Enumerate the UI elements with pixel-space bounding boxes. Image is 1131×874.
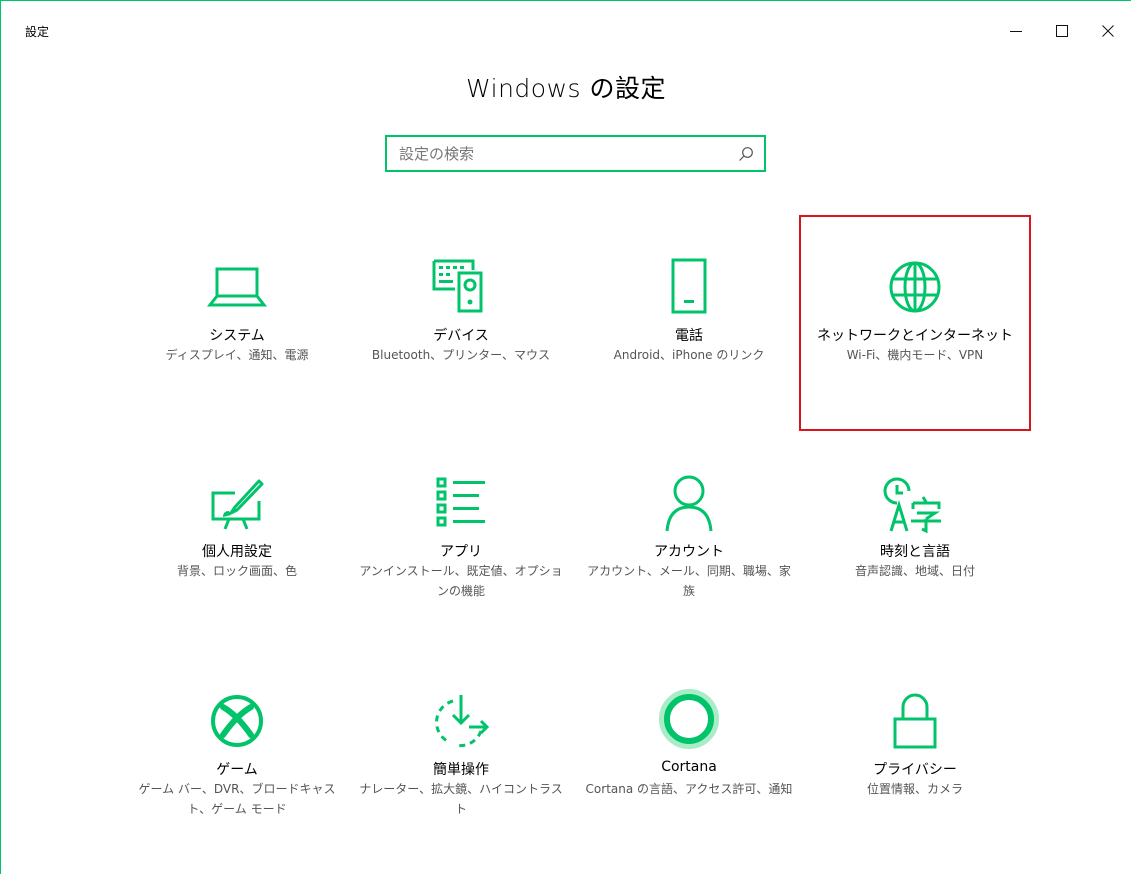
tile-title: プライバシー [873,762,957,778]
search-box[interactable] [385,135,766,172]
xbox-icon [211,695,263,747]
cortana-icon [659,689,719,749]
tile-personalization[interactable]: 個人用設定 背景、ロック画面、色 [121,433,353,649]
tile-time-language[interactable]: 時刻と言語 音声認識、地域、日付 [799,433,1031,649]
tile-privacy[interactable]: プライバシー 位置情報、カメラ [799,651,1031,867]
tile-system[interactable]: システム ディスプレイ、通知、電源 [121,217,353,433]
tile-ease-of-access[interactable]: 簡単操作 ナレーター、拡大鏡、ハイコントラスト [345,651,577,867]
close-button[interactable] [1085,11,1131,51]
tile-description: アカウント、メール、同期、職場、家族 [587,564,791,598]
tile-title: 簡単操作 [433,762,489,778]
tile-description: Android、iPhone のリンク [613,348,765,362]
paint-icon [211,479,264,530]
maximize-button[interactable] [1039,11,1085,51]
tile-phone[interactable]: 電話 Android、iPhone のリンク [573,217,805,433]
tile-description: 位置情報、カメラ [866,782,963,796]
keyboard-speaker-icon [432,259,483,313]
tile-description: 音声認識、地域、日付 [854,564,975,578]
tile-description: Cortana の言語、アクセス許可、通知 [585,782,793,796]
tile-description: Bluetooth、プリンター、マウス [371,348,551,362]
page-title: Windows の設定 [465,74,667,103]
phone-icon [671,258,707,314]
globe-icon [889,261,941,313]
tile-description: ナレーター、拡大鏡、ハイコントラスト [359,782,563,816]
tile-title: 個人用設定 [202,544,272,560]
tile-title: ネットワークとインターネット [817,328,1013,344]
tile-title: 時刻と言語 [880,544,950,560]
minimize-icon [1010,31,1022,32]
maximize-icon [1056,25,1068,37]
tile-description: 背景、ロック画面、色 [176,564,297,578]
window-title: 設定 [25,25,50,39]
tile-devices[interactable]: デバイス Bluetooth、プリンター、マウス [345,217,577,433]
tile-title: Cortana [661,759,717,775]
tile-title: アプリ [440,544,482,560]
ease-of-access-icon [435,695,490,748]
title-bar[interactable]: 設定 [1,1,1131,39]
tile-description: ディスプレイ、通知、電源 [165,348,309,362]
apps-list-icon [436,477,485,527]
tile-description: Wi-Fi、機内モード、VPN [846,348,984,362]
lock-icon [893,693,937,749]
window-controls [993,11,1131,51]
tile-title: システム [209,328,265,344]
tile-title: デバイス [433,328,489,344]
settings-window: 設定 Windows の設定 システム ディスプレイ、通知、電源 [0,0,1131,874]
search-icon[interactable] [738,146,754,162]
tile-title: アカウント [654,544,724,560]
time-language-icon [883,477,941,534]
person-icon [665,475,713,532]
tile-apps[interactable]: アプリ アンインストール、既定値、オプションの機能 [345,433,577,649]
tile-network[interactable]: ネットワークとインターネット Wi-Fi、機内モード、VPN [799,215,1031,431]
tile-title: ゲーム [216,762,258,778]
tile-title: 電話 [675,328,703,344]
tile-description: アンインストール、既定値、オプションの機能 [359,564,563,598]
tile-cortana[interactable]: Cortana Cortana の言語、アクセス許可、通知 [573,651,805,867]
laptop-icon [206,267,268,307]
tile-description: ゲーム バー、DVR、ブロードキャスト、ゲーム モード [138,782,336,816]
close-icon [1102,25,1114,37]
tile-gaming[interactable]: ゲーム ゲーム バー、DVR、ブロードキャスト、ゲーム モード [121,651,353,867]
search-input[interactable] [387,137,764,170]
minimize-button[interactable] [993,11,1039,51]
tile-accounts[interactable]: アカウント アカウント、メール、同期、職場、家族 [573,433,805,649]
